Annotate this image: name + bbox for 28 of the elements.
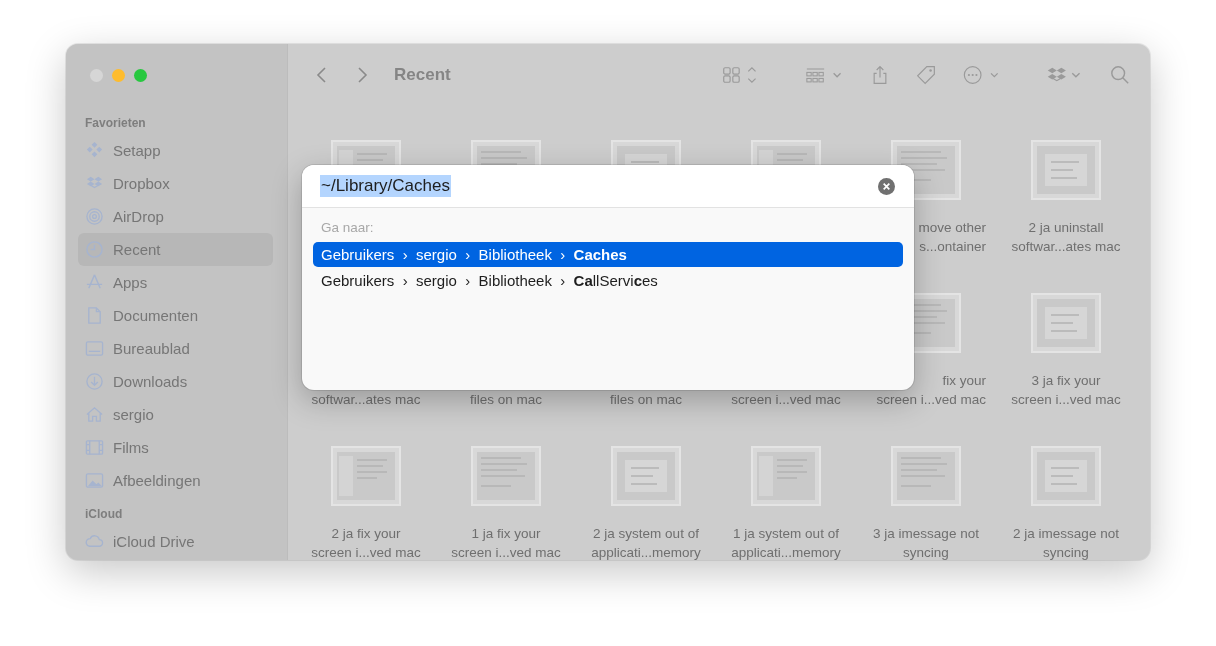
file-name: screen i...ved mac [1011, 391, 1121, 409]
file-name: s...ontainer [919, 238, 986, 256]
file-name: 2 ja imessage not [1013, 525, 1119, 543]
sidebar-section-title: iCloud [84, 506, 124, 523]
file-name: syncing [1043, 544, 1089, 560]
file-name: 2 ja system out of [593, 525, 699, 543]
file-name: applicati...memory [591, 544, 701, 560]
file-name: 2 ja uninstall [1028, 219, 1104, 237]
file-name: screen i...ved mac [451, 544, 561, 560]
file-name: softwar...ates mac [1011, 238, 1121, 256]
file-name: move other [918, 219, 986, 237]
file-name: 1 ja fix your [471, 525, 541, 543]
sidebar-section-title: Favorieten [84, 115, 147, 132]
section-label: Ga naar: [320, 219, 375, 237]
file-name: softwar...ates mac [311, 391, 421, 409]
file-name: 2 ja fix your [331, 525, 401, 543]
file-name: 3 ja fix your [1031, 372, 1101, 390]
file-name: syncing [903, 544, 949, 560]
file-name: 3 ja imessage not [873, 525, 979, 543]
file-name: screen i...ved mac [311, 544, 421, 560]
file-name: screen i...ved mac [876, 391, 986, 409]
file-name: 1 ja system out of [733, 525, 839, 543]
file-name: files on mac [470, 391, 542, 409]
file-name: screen i...ved mac [731, 391, 841, 409]
file-name: fix your [942, 372, 986, 390]
window-title: Recent [394, 65, 451, 85]
file-name: files on mac [610, 391, 682, 409]
file-name: applicati...memory [731, 544, 841, 560]
